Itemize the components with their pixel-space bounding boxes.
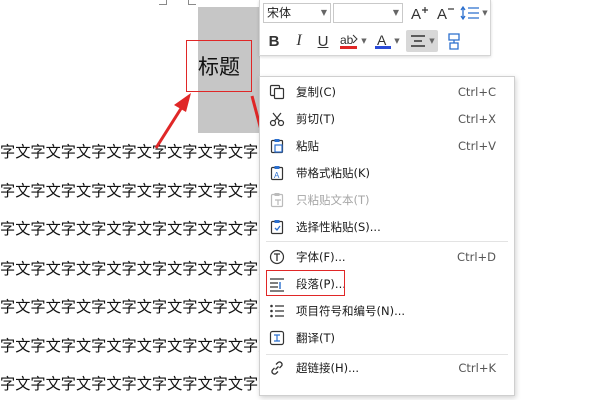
grow-font-icon: A bbox=[411, 6, 428, 22]
chevron-down-icon: ▼ bbox=[482, 9, 488, 17]
menu-item-label: 项目符号和编号(N)... bbox=[296, 304, 406, 318]
paste-icon bbox=[268, 137, 286, 155]
font-name-select[interactable]: 宋体 ▼ bbox=[263, 3, 331, 23]
svg-text:A: A bbox=[377, 32, 387, 48]
font-name-value: 宋体 bbox=[267, 6, 292, 20]
hyperlink-icon bbox=[268, 359, 286, 377]
menu-item-label: 粘贴 bbox=[296, 139, 319, 153]
menu-item-label: 只粘贴文本(T) bbox=[296, 193, 370, 207]
format-painter-button[interactable] bbox=[442, 30, 466, 52]
bold-icon: B bbox=[268, 32, 280, 50]
paste-format-icon: A bbox=[268, 164, 286, 182]
highlight-button[interactable]: ab ▼ bbox=[338, 30, 368, 52]
menu-item-font[interactable]: 字体(F)... Ctrl+D bbox=[260, 244, 514, 270]
menu-item-label: 带格式粘贴(K) bbox=[296, 166, 371, 180]
chevron-down-icon: ▼ bbox=[320, 8, 327, 17]
bold-button[interactable]: B bbox=[263, 30, 285, 52]
menu-item-label: 字体(F)... bbox=[296, 250, 346, 264]
copy-icon bbox=[268, 83, 286, 101]
menu-item-shortcut: Ctrl+X bbox=[458, 112, 496, 126]
paragraph-annotation-box bbox=[266, 270, 345, 296]
align-center-icon bbox=[411, 35, 426, 47]
underline-button[interactable]: U bbox=[312, 30, 334, 52]
paste-special-icon bbox=[268, 218, 286, 236]
menu-item-label: 剪切(T) bbox=[296, 112, 335, 126]
chevron-down-icon: ▼ bbox=[361, 37, 367, 45]
align-button[interactable]: ▼ bbox=[406, 30, 438, 52]
format-painter-icon bbox=[448, 33, 460, 50]
menu-item-label: 选择性粘贴(S)... bbox=[296, 220, 381, 234]
svg-text:A: A bbox=[437, 6, 447, 22]
font-color-button[interactable]: A ▼ bbox=[372, 30, 402, 52]
menu-item-bullets-numbering[interactable]: 项目符号和编号(N)... bbox=[260, 298, 514, 324]
mini-formatting-toolbar: 宋体 ▼ ▼ A A ▼ B I U ab ▼ A ▼ ▼ bbox=[259, 0, 491, 56]
svg-text:A: A bbox=[274, 171, 280, 180]
menu-item-hyperlink[interactable]: 超链接(H)... Ctrl+K bbox=[260, 355, 514, 381]
grow-font-button[interactable]: A bbox=[407, 2, 431, 24]
menu-item-label: 翻译(T) bbox=[296, 331, 335, 345]
menu-item-label: 复制(C) bbox=[296, 85, 337, 99]
menu-item-shortcut: Ctrl+D bbox=[457, 250, 496, 264]
menu-item-cut[interactable]: 剪切(T) Ctrl+X bbox=[260, 106, 514, 132]
italic-button[interactable]: I bbox=[288, 30, 310, 52]
translate-icon bbox=[268, 329, 286, 347]
menu-item-shortcut: Ctrl+K bbox=[458, 361, 496, 375]
scissors-icon bbox=[268, 110, 286, 128]
font-size-select[interactable]: ▼ bbox=[333, 3, 403, 23]
menu-item-label: 超链接(H)... bbox=[296, 361, 360, 375]
menu-item-translate[interactable]: 翻译(T) bbox=[260, 325, 514, 351]
margin-corner-marker bbox=[188, 4, 196, 5]
context-menu: 复制(C) Ctrl+C 剪切(T) Ctrl+X 粘贴 Ctrl+V A 带格… bbox=[259, 76, 515, 396]
menu-separator bbox=[266, 241, 508, 242]
menu-item-paste-keep-format[interactable]: A 带格式粘贴(K) bbox=[260, 160, 514, 186]
menu-item-paste-text-only: 只粘贴文本(T) bbox=[260, 187, 514, 213]
font-icon bbox=[268, 248, 286, 266]
menu-item-copy[interactable]: 复制(C) Ctrl+C bbox=[260, 79, 514, 105]
line-spacing-icon bbox=[460, 5, 480, 21]
chevron-down-icon: ▼ bbox=[429, 37, 435, 45]
menu-item-paste-special[interactable]: 选择性粘贴(S)... bbox=[260, 214, 514, 240]
menu-item-shortcut: Ctrl+C bbox=[457, 85, 496, 99]
shrink-font-button[interactable]: A bbox=[433, 2, 457, 24]
svg-text:ab: ab bbox=[340, 33, 354, 47]
highlight-icon: ab bbox=[340, 33, 359, 49]
margin-corner-marker bbox=[188, 0, 189, 5]
svg-text:A: A bbox=[411, 6, 421, 22]
title-text[interactable]: 标题 bbox=[186, 40, 252, 92]
bullets-icon bbox=[268, 302, 286, 320]
paste-text-icon bbox=[268, 191, 286, 209]
menu-item-paste[interactable]: 粘贴 Ctrl+V bbox=[260, 133, 514, 159]
chevron-down-icon: ▼ bbox=[394, 37, 400, 45]
menu-item-shortcut: Ctrl+V bbox=[458, 139, 496, 153]
margin-corner-marker bbox=[166, 0, 167, 5]
underline-icon: U bbox=[317, 32, 329, 50]
chevron-down-icon: ▼ bbox=[392, 8, 399, 17]
italic-icon: I bbox=[296, 32, 302, 49]
shrink-font-icon: A bbox=[437, 6, 454, 22]
line-spacing-button[interactable]: ▼ bbox=[459, 2, 489, 24]
font-color-icon: A bbox=[375, 32, 392, 49]
